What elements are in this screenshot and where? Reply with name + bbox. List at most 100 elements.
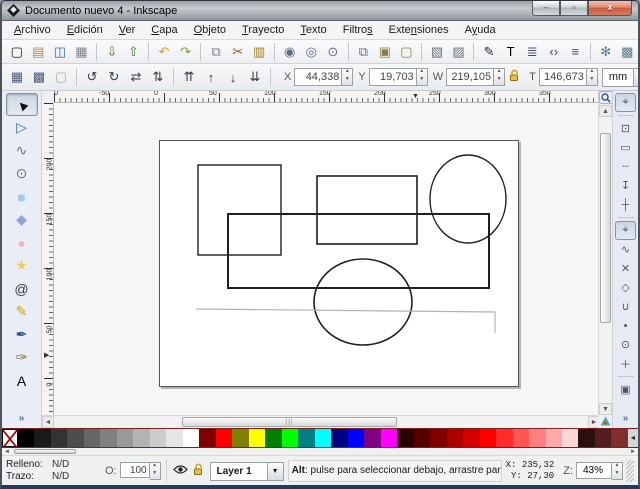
snap-page-border-icon[interactable]: ▣ — [615, 380, 636, 399]
selector-tool[interactable]: ▲ — [6, 93, 38, 116]
redo-icon[interactable]: ↷ — [175, 42, 197, 62]
lower-icon[interactable]: ↓ — [222, 67, 244, 87]
color-swatch[interactable] — [463, 429, 479, 447]
menu-edicin[interactable]: Edición — [59, 22, 111, 38]
opacity-spinner[interactable]: ▲▼ — [150, 462, 161, 480]
color-swatch[interactable] — [298, 429, 314, 447]
color-swatch[interactable] — [199, 429, 215, 447]
color-swatch[interactable] — [364, 429, 380, 447]
color-swatch[interactable] — [397, 429, 413, 447]
color-swatch[interactable] — [51, 429, 67, 447]
color-swatch[interactable] — [562, 429, 578, 447]
minimize-button[interactable]: – — [532, 1, 560, 16]
lower-to-bottom-icon[interactable]: ⇊ — [244, 67, 266, 87]
select-all-icon[interactable]: ▦ — [6, 67, 28, 87]
window-resize-grip[interactable] — [626, 460, 634, 482]
flip-horizontal-icon[interactable]: ⇄ — [125, 67, 147, 87]
tweak-tool[interactable]: ∿ — [6, 139, 38, 162]
color-swatch[interactable] — [282, 429, 298, 447]
duplicate-icon[interactable]: ⧉ — [353, 42, 375, 62]
shape-rect[interactable] — [198, 165, 281, 255]
pencil-tool[interactable]: ✎ — [6, 300, 38, 323]
horizontal-scroll-thumb[interactable]: ||| — [182, 417, 397, 427]
undo-icon[interactable]: ↶ — [153, 42, 175, 62]
horizontal-ruler[interactable]: -100-50050100150200250300350▼ — [54, 91, 600, 103]
no-color-swatch[interactable] — [2, 429, 18, 447]
color-swatch[interactable] — [348, 429, 364, 447]
snap-smooth-nodes-icon[interactable]: ∪ — [615, 297, 636, 316]
export-icon[interactable]: ⇧ — [123, 42, 145, 62]
snapbar-overflow-chevron[interactable]: » — [623, 413, 629, 424]
palette-more-arrow-icon[interactable]: ◂ — [628, 429, 638, 447]
align-dialog-icon[interactable]: ≡ — [564, 42, 586, 62]
color-swatch[interactable] — [34, 429, 50, 447]
shape-polyline[interactable] — [196, 309, 495, 333]
toolbox-overflow-chevron[interactable]: » — [19, 413, 25, 424]
snap-midpoints-icon[interactable]: • — [615, 316, 636, 335]
color-swatch[interactable] — [578, 429, 594, 447]
color-swatch[interactable] — [546, 429, 562, 447]
stroke-value[interactable]: N/D — [52, 471, 69, 483]
snap-object-centers-icon[interactable]: ⊙ — [615, 335, 636, 354]
color-swatch[interactable] — [117, 429, 133, 447]
fill-value[interactable]: N/D — [52, 459, 69, 471]
unlink-clone-icon[interactable]: ▢ — [396, 42, 418, 62]
snap-rotation-center-icon[interactable]: ＋ — [615, 354, 636, 373]
open-document-icon[interactable]: ▤ — [28, 42, 50, 62]
color-swatch[interactable] — [150, 429, 166, 447]
color-swatch[interactable] — [414, 429, 430, 447]
copy-icon[interactable]: ⧉ — [205, 42, 227, 62]
document-properties-icon[interactable]: ▩ — [617, 42, 639, 62]
snap-bbox-corners-icon[interactable]: ┄ — [615, 157, 636, 176]
color-swatch[interactable] — [611, 429, 627, 447]
width-spinner[interactable]: ▲▼ — [494, 68, 505, 86]
x-spinner[interactable]: ▲▼ — [342, 68, 353, 86]
color-swatch[interactable] — [496, 429, 512, 447]
lock-ratio-icon[interactable] — [508, 69, 521, 85]
vertical-ruler[interactable]: 200150100500▶ — [42, 103, 54, 415]
color-swatch[interactable] — [166, 429, 182, 447]
calligraphy-tool[interactable]: ✑ — [6, 346, 38, 369]
import-icon[interactable]: ⇩ — [101, 42, 123, 62]
menu-archivo[interactable]: Archivo — [6, 22, 59, 38]
rectangle-tool[interactable]: ■ — [6, 185, 38, 208]
zoom-tool[interactable]: ⊙ — [6, 162, 38, 185]
color-swatch[interactable] — [529, 429, 545, 447]
clone-icon[interactable]: ▣ — [374, 42, 396, 62]
palette-scroll-left-icon[interactable]: ◄ — [2, 448, 12, 456]
zoom-field[interactable] — [576, 462, 612, 479]
snap-path-intersections-icon[interactable]: ✕ — [615, 259, 636, 278]
save-document-icon[interactable]: ◫ — [49, 42, 71, 62]
palette-scroll-right-icon[interactable]: ► — [628, 448, 638, 456]
snap-edge-midpoints-icon[interactable]: ↧ — [615, 176, 636, 195]
color-swatch[interactable] — [100, 429, 116, 447]
color-swatch[interactable] — [216, 429, 232, 447]
menu-capa[interactable]: Capa — [143, 22, 185, 38]
color-swatch[interactable] — [18, 429, 34, 447]
close-button[interactable]: x — [588, 1, 632, 16]
layers-dialog-icon[interactable]: ≣ — [521, 42, 543, 62]
snap-bbox-edges-icon[interactable]: ▭ — [615, 138, 636, 157]
node-tool[interactable]: ▷ — [6, 116, 38, 139]
color-swatch[interactable] — [265, 429, 281, 447]
shape-ellipse[interactable] — [314, 259, 412, 345]
x-field[interactable] — [294, 68, 342, 86]
text-tool[interactable]: A — [6, 369, 38, 392]
color-swatch[interactable] — [315, 429, 331, 447]
layer-visibility-icon[interactable] — [172, 464, 190, 478]
snap-paths-icon[interactable]: ∿ — [615, 240, 636, 259]
color-swatch[interactable] — [183, 429, 199, 447]
opacity-field[interactable] — [120, 462, 150, 478]
menu-ver[interactable]: Ver — [111, 22, 144, 38]
cut-icon[interactable]: ✂ — [227, 42, 249, 62]
sticky-zoom-button[interactable] — [599, 91, 613, 104]
y-field[interactable] — [369, 68, 417, 86]
palette-scrollbar[interactable]: ◄ ► — [2, 448, 638, 456]
y-spinner[interactable]: ▲▼ — [417, 68, 428, 86]
menu-objeto[interactable]: Objeto — [186, 22, 234, 38]
color-managed-view-icon[interactable] — [598, 415, 612, 428]
snap-cusp-nodes-icon[interactable]: ◇ — [615, 278, 636, 297]
zoom-spinner[interactable]: ▲▼ — [612, 462, 623, 480]
color-swatch[interactable] — [133, 429, 149, 447]
shape-rect[interactable] — [228, 214, 489, 288]
